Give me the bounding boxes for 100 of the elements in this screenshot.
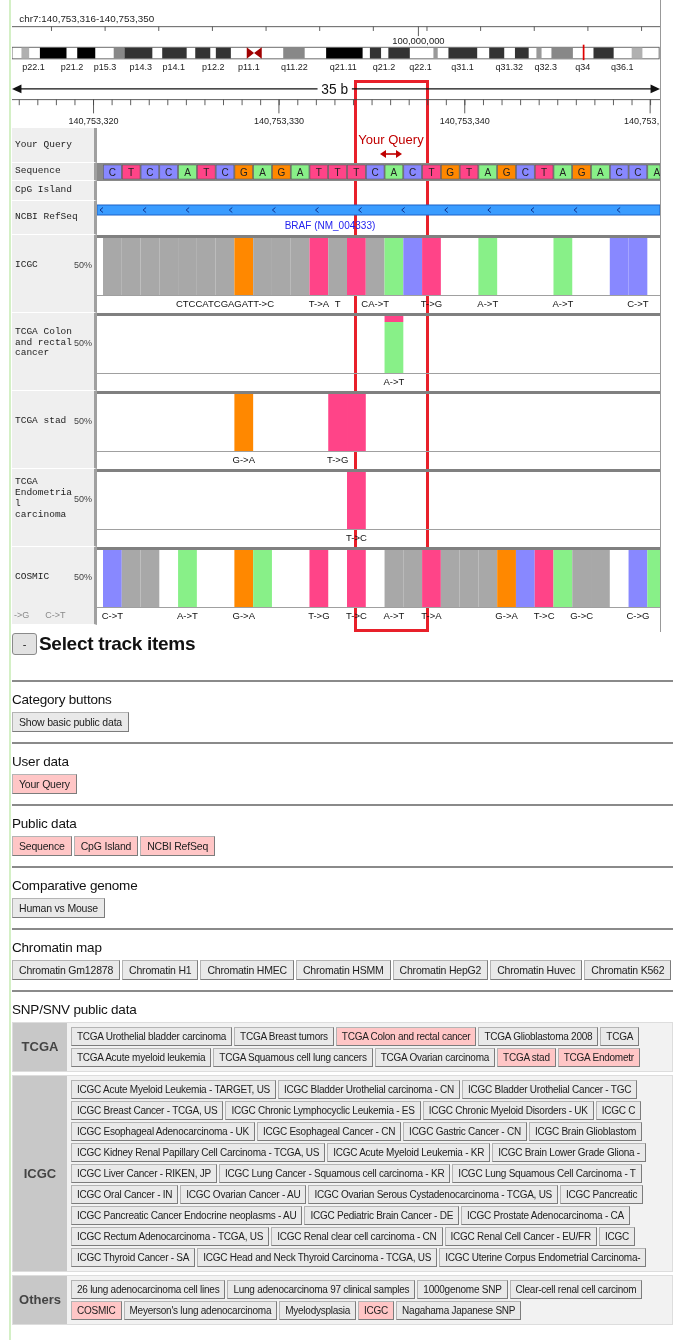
mutation-label: C->T bbox=[627, 298, 649, 309]
track-label: TCGA Endometrial carcinoma bbox=[15, 477, 73, 521]
track-button[interactable]: TCGA Colon and rectal cancer bbox=[335, 1027, 477, 1046]
section-title: Chromatin map bbox=[12, 939, 103, 957]
track-button[interactable]: Your Query bbox=[12, 774, 77, 794]
track-button[interactable]: ICGC Pancreatic bbox=[560, 1185, 644, 1204]
track-button[interactable]: ICGC Renal Cell Cancer - EU/FR bbox=[444, 1227, 597, 1246]
track-button[interactable]: Nagahama Japanese SNP bbox=[396, 1301, 522, 1320]
track-button[interactable]: Chromatin HepG2 bbox=[392, 960, 489, 980]
track-button[interactable]: COSMIC bbox=[71, 1301, 122, 1320]
track-button[interactable]: ICGC Gastric Cancer - CN bbox=[403, 1122, 527, 1141]
band-label: p11.1 bbox=[237, 62, 260, 72]
band-label: p15.3 bbox=[93, 62, 117, 72]
track-button[interactable]: ICGC Uterine Corpus Endometrial Carcinoma- bbox=[439, 1248, 647, 1267]
base-letter: T bbox=[541, 167, 548, 178]
track-button[interactable]: ICGC Rectum Adenocarcinoma - TCGA, US bbox=[71, 1227, 270, 1246]
track-button[interactable]: TCGA Urothelial bladder carcinoma bbox=[71, 1027, 233, 1046]
mutation-label: T bbox=[334, 298, 341, 309]
track-button[interactable]: ICGC Bladder Urothelial Cancer - TGC bbox=[462, 1080, 638, 1099]
track-button[interactable]: ICGC Lung Squamous Cell Carcinoma - T bbox=[452, 1164, 642, 1183]
track-button[interactable]: ICGC Ovarian Serous Cystadenocarcinoma - TCGA, US bbox=[308, 1185, 559, 1204]
track-button[interactable]: ICGC Head and Neck Thyroid Carcinoma - TCGA, US bbox=[197, 1248, 438, 1267]
track-button[interactable]: Chromatin H1 bbox=[122, 960, 199, 980]
track-button[interactable]: Sequence bbox=[12, 836, 72, 856]
track-button[interactable]: CpG Island bbox=[73, 836, 139, 856]
track-button[interactable]: Chromatin K562 bbox=[584, 960, 672, 980]
track-button[interactable]: 1000genome SNP bbox=[417, 1280, 508, 1299]
track-button[interactable]: ICGC Esophageal Cancer - CN bbox=[256, 1122, 402, 1141]
base-letter: C bbox=[165, 167, 173, 178]
track-button[interactable]: TCGA Endometr bbox=[557, 1048, 640, 1067]
base-letter: C bbox=[615, 167, 623, 178]
query-label: Your Query bbox=[358, 132, 424, 147]
track-button[interactable]: ICGC C bbox=[595, 1101, 642, 1120]
track-button[interactable]: ICGC Ovarian Cancer - AU bbox=[180, 1185, 307, 1204]
base-letter: T bbox=[465, 167, 473, 178]
track-button[interactable]: Chromatin Huvec bbox=[490, 960, 583, 980]
ruler-label: 140,753,320 bbox=[68, 116, 119, 127]
axis-tick-label: 50% bbox=[74, 415, 92, 427]
track-button[interactable]: ICGC bbox=[598, 1227, 635, 1246]
track-button[interactable]: TCGA Breast tumors bbox=[234, 1027, 334, 1046]
track-button[interactable]: Lung adenocarcinoma 97 clinical samples bbox=[227, 1280, 416, 1299]
track-button[interactable]: ICGC Acute Myeloid Leukemia - TARGET, US bbox=[71, 1080, 277, 1099]
track-button[interactable]: TCGA bbox=[600, 1027, 640, 1046]
track-button[interactable]: TCGA Squamous cell lung cancers bbox=[213, 1048, 373, 1067]
faded-label: C->T bbox=[45, 610, 66, 621]
band-label: q36.1 bbox=[610, 62, 634, 72]
track-button[interactable]: ICGC Prostate Adenocarcinoma - CA bbox=[461, 1206, 630, 1225]
track-button[interactable]: ICGC Lung Cancer - Squamous cell carcinoma - KR bbox=[218, 1164, 451, 1183]
track-button[interactable]: ICGC Bladder Urothelial carcinoma - CN bbox=[278, 1080, 461, 1099]
section-title: Comparative genome bbox=[12, 877, 139, 895]
band-label: p14.1 bbox=[162, 62, 186, 72]
track-button[interactable]: Myelodysplasia bbox=[279, 1301, 357, 1320]
base-letter: C bbox=[409, 167, 417, 178]
track-button[interactable]: 26 lung adenocarcinoma cell lines bbox=[71, 1280, 226, 1299]
track-button[interactable]: Human vs Mouse bbox=[12, 898, 105, 918]
coordinate-label: chr7:140,753,316-140,753,350 bbox=[19, 13, 155, 25]
mutation-label: A->T bbox=[383, 610, 405, 621]
track-label: Your Query bbox=[12, 128, 97, 163]
track-button[interactable]: Meyerson's lung adenocarcinoma bbox=[123, 1301, 278, 1320]
band-label: q21.11 bbox=[329, 62, 357, 72]
track-button[interactable]: Chromatin Gm12878 bbox=[12, 960, 121, 980]
track-button[interactable]: ICGC Breast Cancer - TCGA, US bbox=[71, 1101, 224, 1120]
base-letter: T bbox=[315, 167, 322, 178]
track-button[interactable]: ICGC Pancreatic Cancer Endocrine neoplasms - AU bbox=[71, 1206, 303, 1225]
track-button[interactable]: ICGC Chronic Lymphocyclic Leukemia - ES bbox=[225, 1101, 421, 1120]
track-button[interactable]: NCBI RefSeq bbox=[140, 836, 216, 856]
track-button[interactable]: ICGC bbox=[358, 1301, 395, 1320]
band-label: p21.2 bbox=[60, 62, 84, 72]
track-button[interactable]: TCGA Ovarian carcinoma bbox=[374, 1048, 496, 1067]
base-letter: C bbox=[221, 167, 229, 178]
mutation-label: A->T bbox=[552, 298, 574, 309]
track-button[interactable]: ICGC Pediatric Brain Cancer - DE bbox=[304, 1206, 460, 1225]
track-button[interactable]: TCGA Glioblastoma 2008 bbox=[478, 1027, 599, 1046]
track-button[interactable]: ICGC Oral Cancer - IN bbox=[71, 1185, 179, 1204]
base-letter: A bbox=[484, 167, 492, 178]
base-letter: T bbox=[353, 167, 360, 178]
track-button[interactable]: Chromatin HMEC bbox=[200, 960, 294, 980]
track-button[interactable]: ICGC Thyroid Cancer - SA bbox=[71, 1248, 196, 1267]
base-letter: C bbox=[521, 167, 529, 178]
track-button[interactable]: ICGC Acute Myeloid Leukemia - KR bbox=[327, 1143, 491, 1162]
track-button[interactable]: ICGC Kidney Renal Papillary Cell Carcinoma - TCGA, US bbox=[71, 1143, 326, 1162]
track-button[interactable]: ICGC Chronic Myeloid Disorders - UK bbox=[422, 1101, 594, 1120]
track-button[interactable]: ICGC Brain Glioblastom bbox=[528, 1122, 643, 1141]
track-button[interactable]: ICGC Renal clear cell carcinoma - CN bbox=[271, 1227, 443, 1246]
track-button[interactable]: ICGC Brain Lower Grade Gliona - bbox=[492, 1143, 646, 1162]
track-button[interactable]: TCGA stad bbox=[497, 1048, 556, 1067]
track-button[interactable]: TCGA Acute myeloid leukemia bbox=[71, 1048, 212, 1067]
track-label: TCGA stad bbox=[15, 415, 68, 427]
scale-label: 35 b bbox=[321, 82, 349, 98]
track-button[interactable]: Clear-cell renal cell carcinom bbox=[509, 1280, 643, 1299]
track-button[interactable]: ICGC Liver Cancer - RIKEN, JP bbox=[71, 1164, 217, 1183]
base-letter: T bbox=[428, 167, 435, 178]
base-letter: C bbox=[146, 167, 154, 178]
collapse-button[interactable]: - bbox=[12, 633, 37, 655]
track-button[interactable]: Show basic public data bbox=[12, 712, 129, 732]
band-label: q31.1 bbox=[451, 62, 474, 72]
base-letter: A bbox=[597, 167, 604, 178]
mutation-label: CA->T bbox=[361, 298, 389, 309]
track-button[interactable]: Chromatin HSMM bbox=[295, 960, 391, 980]
track-button[interactable]: ICGC Esophageal Adenocarcinoma - UK bbox=[71, 1122, 255, 1141]
